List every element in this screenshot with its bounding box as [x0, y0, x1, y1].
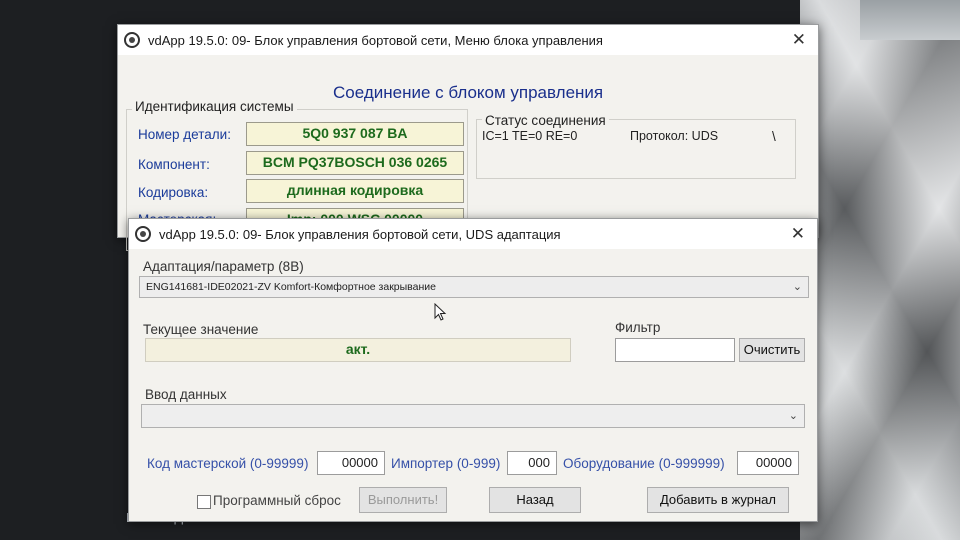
adaptation-label: Адаптация/параметр (8В) — [143, 259, 304, 274]
component-value: BCM PQ37BOSCH 036 0265 — [246, 151, 464, 175]
clear-filter-button[interactable]: Очистить — [739, 338, 805, 362]
data-entry-dropdown[interactable]: ⌄ — [141, 404, 805, 428]
system-id-group-label: Идентификация системы — [132, 99, 297, 114]
adaptation-dropdown[interactable]: ENG141681-IDE02021-ZV Komfort-Комфортное… — [139, 276, 809, 298]
connection-status-group-box — [476, 119, 796, 179]
control-unit-menu-window: vdApp 19.5.0: 09- Блок управления бортов… — [117, 24, 819, 251]
close-icon[interactable]: ✕ — [791, 224, 805, 244]
soft-reset-label: Программный сброс — [213, 493, 341, 508]
importer-input[interactable]: 000 — [507, 451, 557, 475]
desktop-background-highlight — [860, 0, 960, 40]
app-logo-icon — [135, 226, 151, 242]
connection-status-group-label: Статус соединения — [482, 113, 609, 128]
soft-reset-checkbox[interactable] — [197, 495, 211, 509]
uds-adaptation-titlebar: vdApp 19.5.0: 09- Блок управления бортов… — [129, 219, 817, 249]
current-value-field: акт. — [145, 338, 571, 362]
filter-input[interactable] — [615, 338, 735, 362]
mouse-cursor-icon — [434, 303, 447, 321]
equipment-input[interactable]: 00000 — [737, 451, 799, 475]
part-number-value: 5Q0 937 087 BA — [246, 122, 464, 146]
status-counts: IC=1 TE=0 RE=0 — [482, 129, 578, 143]
importer-label: Импортер (0-999) — [391, 456, 501, 471]
protocol-label: Протокол: UDS — [630, 129, 719, 143]
activity-spinner: \ — [772, 129, 776, 144]
coding-label: Кодировка: — [138, 185, 209, 200]
equipment-label: Оборудование (0-999999) — [563, 456, 725, 471]
execute-button[interactable]: Выполнить! — [359, 487, 447, 513]
adaptation-dropdown-value: ENG141681-IDE02021-ZV Komfort-Комфортное… — [146, 281, 436, 293]
workshop-code-label: Код мастерской (0-99999) — [147, 456, 309, 471]
uds-adaptation-window: vdApp 19.5.0: 09- Блок управления бортов… — [128, 218, 818, 522]
add-to-log-button[interactable]: Добавить в журнал — [647, 487, 789, 513]
connection-header: Соединение с блоком управления — [333, 83, 604, 102]
window-title: vdApp 19.5.0: 09- Блок управления бортов… — [148, 32, 603, 48]
current-value-label: Текущее значение — [143, 322, 259, 337]
filter-label: Фильтр — [615, 320, 661, 335]
app-logo-icon — [124, 32, 140, 48]
chevron-down-icon: ⌄ — [788, 410, 798, 422]
close-icon[interactable]: ✕ — [792, 30, 806, 50]
coding-value: длинная кодировка — [246, 179, 464, 203]
back-button[interactable]: Назад — [489, 487, 581, 513]
component-label: Компонент: — [138, 157, 210, 172]
desktop-background-image — [800, 0, 960, 540]
control-unit-menu-titlebar: vdApp 19.5.0: 09- Блок управления бортов… — [118, 25, 818, 55]
workshop-code-input[interactable]: 00000 — [317, 451, 385, 475]
chevron-down-icon: ⌄ — [792, 281, 802, 293]
part-number-label: Номер детали: — [138, 127, 231, 142]
data-entry-label: Ввод данных — [145, 387, 227, 402]
window-title: vdApp 19.5.0: 09- Блок управления бортов… — [159, 226, 561, 242]
